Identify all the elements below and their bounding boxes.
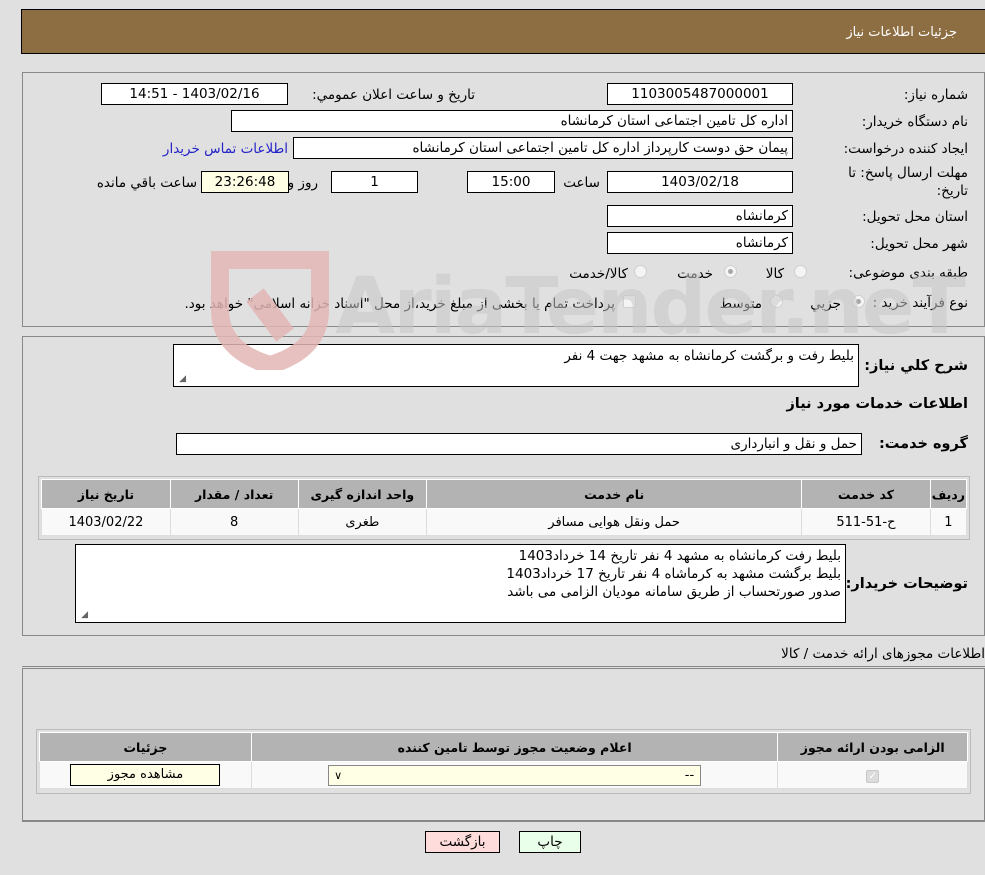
city-label: شهر محل تحویل: [870, 236, 968, 252]
process-label: نوع فرآیند خرید : [872, 295, 968, 311]
print-button[interactable]: چاپ [519, 831, 581, 853]
col-need-date: تاریخ نیاز [41, 479, 171, 509]
resize-grip-icon[interactable]: ◢ [78, 610, 88, 620]
footer-divider [22, 821, 985, 822]
services-table: ردیف کد خدمت نام خدمت واحد اندازه گیری ت… [41, 479, 968, 536]
cell-need-date: 1403/02/22 [41, 508, 171, 536]
cell-service-name: حمل ونقل هوایی مسافر [426, 508, 803, 536]
permit-status-value: -- [684, 767, 695, 783]
treasury-checkbox[interactable] [623, 295, 636, 308]
description-label: شرح كلي نياز: [864, 358, 968, 374]
province-label: استان محل تحویل: [862, 209, 968, 225]
permits-section-title: اطلاعات مجوزهای ارائه خدمت / کالا [781, 646, 985, 662]
need-number-field: 1103005487000001 [607, 83, 793, 105]
service-group-field: حمل و نقل و انبارداری [176, 433, 862, 455]
service-group-label: گروه خدمت: [878, 436, 968, 452]
city-field: کرمانشاه [607, 232, 793, 254]
buyer-contact-link[interactable]: اطلاعات تماس خریدار [163, 141, 288, 157]
deadline-time-label: ساعت [563, 175, 600, 191]
announce-datetime-field: 1403/02/16 - 14:51 [101, 83, 288, 105]
permits-divider [22, 666, 985, 667]
category-goods-service-label: کالا/خدمت [569, 266, 628, 282]
creator-field: پیمان حق دوست کارپرداز اداره کل تامین اج… [293, 137, 793, 159]
cell-quantity: 8 [169, 508, 299, 536]
cell-row: 1 [929, 508, 968, 536]
table-row: ✓ -- ∨ مشاهده مجوز [39, 761, 968, 789]
page-title: جزئیات اطلاعات نیاز [846, 25, 957, 40]
col-permit-details: جزئیات [39, 732, 252, 762]
services-table-header: ردیف کد خدمت نام خدمت واحد اندازه گیری ت… [41, 479, 968, 509]
buyer-org-field: اداره کل تامین اجتماعی استان کرمانشاه [231, 110, 793, 132]
process-minor-label: جزيي [810, 296, 841, 312]
col-permit-status: اعلام وضعیت مجوز توسط تامین کننده [250, 732, 779, 762]
remaining-days-field: 1 [331, 171, 418, 193]
remaining-label: ساعت باقي مانده [96, 175, 197, 191]
buyer-notes-label: توضیحات خریدار: [845, 576, 968, 592]
view-permit-button[interactable]: مشاهده مجوز [70, 764, 221, 786]
buyer-org-label: نام دستگاه خریدار: [861, 114, 968, 130]
province-field: کرمانشاه [607, 205, 793, 227]
category-radio-goods-service[interactable] [634, 265, 647, 278]
page-header: جزئیات اطلاعات نیاز [21, 9, 985, 54]
col-service-name: نام خدمت [426, 479, 803, 509]
category-radio-service[interactable] [724, 265, 737, 278]
cell-service-code: ح-51-511 [801, 508, 931, 536]
cell-permit-required: ✓ [777, 761, 968, 789]
remaining-time-field: 23:26:48 [201, 171, 289, 193]
buyer-notes-line-3: صدور صورتحساب از طریق سامانه مودیان الزا… [507, 584, 841, 600]
announce-label: تاریخ و ساعت اعلان عمومي: [312, 87, 475, 103]
category-label: طبقه بندی موضوعی: [848, 265, 968, 281]
description-textarea[interactable]: بلیط رفت و برگشت کرمانشاه به مشهد جهت 4 … [173, 344, 859, 387]
resize-grip-icon[interactable]: ◢ [176, 374, 186, 384]
buyer-notes-textarea[interactable]: بلیط رفت کرمانشاه به مشهد 4 نفر تاریخ 14… [75, 544, 846, 623]
col-quantity: تعداد / مقدار [169, 479, 299, 509]
process-medium-label: متوسط [719, 296, 762, 312]
category-radio-goods[interactable] [794, 265, 807, 278]
permits-table-header: الزامی بودن ارائه مجوز اعلام وضعیت مجوز … [39, 732, 968, 762]
treasury-text: پرداخت تمام یا بخشی از مبلغ خرید،از محل … [184, 296, 615, 312]
col-unit: واحد اندازه گیری [297, 479, 428, 509]
col-permit-required: الزامی بودن ارائه مجوز [777, 732, 968, 762]
process-radio-minor[interactable] [852, 295, 865, 308]
description-text: بلیط رفت و برگشت کرمانشاه به مشهد جهت 4 … [564, 348, 854, 364]
need-number-label: شماره نیاز: [903, 87, 968, 103]
permits-table: الزامی بودن ارائه مجوز اعلام وضعیت مجوز … [39, 732, 968, 789]
cell-permit-status: -- ∨ [250, 761, 779, 789]
services-section-title: اطلاعات خدمات مورد نیاز [786, 396, 968, 412]
category-service-label: خدمت [677, 266, 713, 282]
days-label: روز و [287, 175, 318, 191]
deadline-date-field: 1403/02/18 [607, 171, 793, 193]
cell-unit: طغری [297, 508, 428, 536]
back-button[interactable]: بازگشت [425, 831, 500, 853]
required-checkbox[interactable]: ✓ [866, 769, 880, 783]
chevron-down-icon: ∨ [334, 768, 343, 782]
table-row: 1 ح-51-511 حمل ونقل هوایی مسافر طغری 8 1… [41, 508, 968, 536]
col-service-code: کد خدمت [801, 479, 931, 509]
deadline-label: مهلت ارسال پاسخ: تا تاریخ: [848, 165, 968, 199]
buyer-notes-line-1: بلیط رفت کرمانشاه به مشهد 4 نفر تاریخ 14… [518, 548, 841, 564]
permit-status-select[interactable]: -- ∨ [328, 764, 702, 786]
cell-permit-details: مشاهده مجوز [39, 761, 252, 789]
creator-label: ایجاد کننده درخواست: [843, 141, 968, 157]
col-row: ردیف [929, 479, 968, 509]
buyer-notes-line-2: بلیط برگشت مشهد به کرماشاه 4 نفر تاریخ 1… [506, 566, 841, 582]
deadline-time-field: 15:00 [467, 171, 555, 193]
category-goods-label: کالا [765, 266, 784, 282]
process-radio-medium[interactable] [770, 295, 783, 308]
